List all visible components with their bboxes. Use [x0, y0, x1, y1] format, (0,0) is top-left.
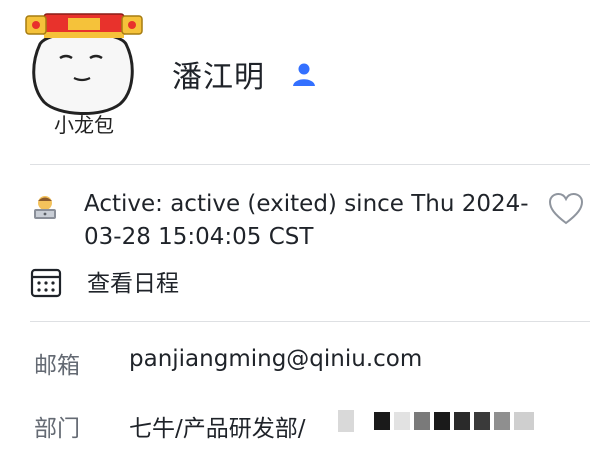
email-value[interactable]: panjiangming@qiniu.com — [129, 346, 422, 372]
person-icon — [293, 63, 315, 86]
redacted-mosaic — [338, 410, 534, 432]
department-label: 部门 — [34, 416, 80, 442]
status-text: Active: active (exited) since Thu 2024-0… — [84, 191, 529, 250]
avatar-caption: 小龙包 — [54, 113, 114, 137]
divider — [30, 321, 590, 322]
email-label: 邮箱 — [34, 353, 80, 379]
department-value: 七牛/产品研发部/ — [129, 416, 306, 442]
heart-icon[interactable] — [548, 192, 584, 226]
divider — [30, 164, 590, 165]
avatar[interactable]: 小龙包 — [22, 6, 144, 140]
user-name: 潘江明 — [172, 60, 265, 95]
view-schedule-link[interactable]: 查看日程 — [87, 264, 179, 298]
calendar-icon[interactable] — [30, 266, 62, 298]
technologist-emoji-icon — [34, 196, 56, 219]
profile-card: 小龙包 潘江明 Active: active (exited) since Th… — [0, 0, 616, 466]
